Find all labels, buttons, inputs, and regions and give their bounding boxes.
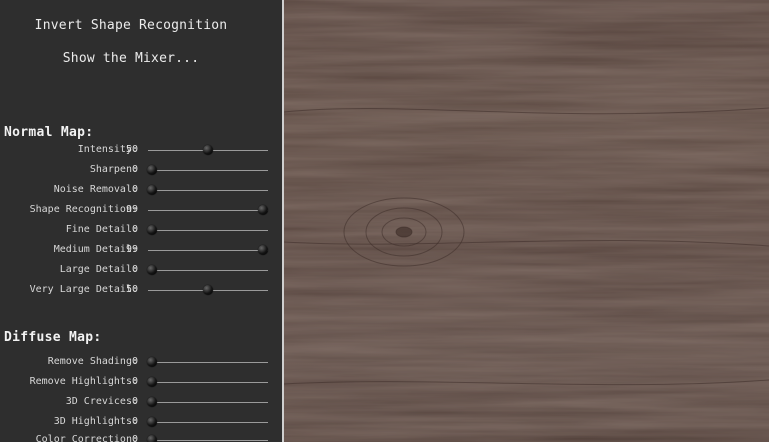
slider-row-intensity: Intensity: 50 [0, 144, 282, 158]
slider-row-3d-highlights: 3D Highlights: 0 [0, 416, 282, 430]
medium-detail-slider-track[interactable] [148, 245, 268, 255]
slider-value: 0 [131, 376, 138, 387]
slider-thumb[interactable] [147, 265, 157, 275]
slider-value: 99 [125, 204, 138, 215]
slider-value: 0 [131, 356, 138, 367]
slider-value: 99 [125, 244, 138, 255]
slider-thumb[interactable] [147, 417, 157, 427]
slider-row-very-large-detail: Very Large Detail: 50 [0, 284, 282, 298]
slider-row-color-correction: Color Correction: 0 [0, 434, 282, 442]
slider-value: 0 [131, 396, 138, 407]
large-detail-slider-track[interactable] [147, 265, 268, 275]
remove-shading-slider-track[interactable] [147, 357, 268, 367]
slider-label: Color Correction: [35, 434, 138, 442]
slider-value: 50 [125, 144, 138, 155]
slider-value: 0 [131, 184, 138, 195]
sharpen-slider-track[interactable] [147, 165, 268, 175]
slider-value: 0 [131, 416, 138, 427]
noise-removal-slider-track[interactable] [147, 185, 268, 195]
remove-highlights-slider-track[interactable] [147, 377, 268, 387]
texture-preview [284, 0, 769, 442]
wood-texture-image [284, 0, 769, 442]
slider-row-3d-crevices: 3D Crevices: 0 [0, 396, 282, 410]
color-correction-slider-track[interactable] [147, 435, 268, 442]
slider-thumb[interactable] [147, 397, 157, 407]
slider-value: 0 [131, 164, 138, 175]
slider-thumb[interactable] [147, 357, 157, 367]
slider-label: Remove Highlights: [29, 376, 138, 387]
slider-row-large-detail: Large Detail: 0 [0, 264, 282, 278]
slider-row-shape-recognition: Shape Recognition: 99 [0, 204, 282, 218]
slider-value: 50 [125, 284, 138, 295]
diffuse-map-title: Diffuse Map: [4, 330, 102, 345]
slider-thumb[interactable] [147, 377, 157, 387]
3d-crevices-slider-track[interactable] [147, 397, 268, 407]
show-mixer-button[interactable]: Show the Mixer... [0, 51, 262, 66]
fine-detail-slider-track[interactable] [147, 225, 268, 235]
slider-value: 0 [131, 224, 138, 235]
slider-value: 0 [131, 264, 138, 275]
slider-thumb[interactable] [147, 185, 157, 195]
slider-thumb[interactable] [257, 205, 268, 215]
very-large-detail-slider-track[interactable] [148, 285, 268, 295]
slider-row-medium-detail: Medium Detail: 99 [0, 244, 282, 258]
slider-thumb[interactable] [203, 285, 213, 295]
3d-highlights-slider-track[interactable] [147, 417, 268, 427]
intensity-slider-track[interactable] [148, 145, 268, 155]
slider-thumb[interactable] [257, 245, 268, 255]
slider-row-remove-highlights: Remove Highlights: 0 [0, 376, 282, 390]
slider-thumb[interactable] [147, 165, 157, 175]
slider-thumb[interactable] [203, 145, 213, 155]
normal-map-title: Normal Map: [4, 125, 94, 140]
slider-row-noise-removal: Noise Removal: 0 [0, 184, 282, 198]
slider-row-remove-shading: Remove Shading: 0 [0, 356, 282, 370]
slider-row-sharpen: Sharpen: 0 [0, 164, 282, 178]
slider-row-fine-detail: Fine Detail: 0 [0, 224, 282, 238]
slider-thumb[interactable] [147, 225, 157, 235]
slider-thumb[interactable] [147, 435, 157, 442]
invert-shape-recognition-button[interactable]: Invert Shape Recognition [0, 18, 262, 33]
shape-recognition-slider-track[interactable] [148, 205, 268, 215]
settings-panel: Invert Shape Recognition Show the Mixer.… [0, 0, 282, 442]
slider-label: Shape Recognition: [29, 204, 138, 215]
slider-value: 0 [131, 434, 138, 442]
slider-label: Very Large Detail: [29, 284, 138, 295]
